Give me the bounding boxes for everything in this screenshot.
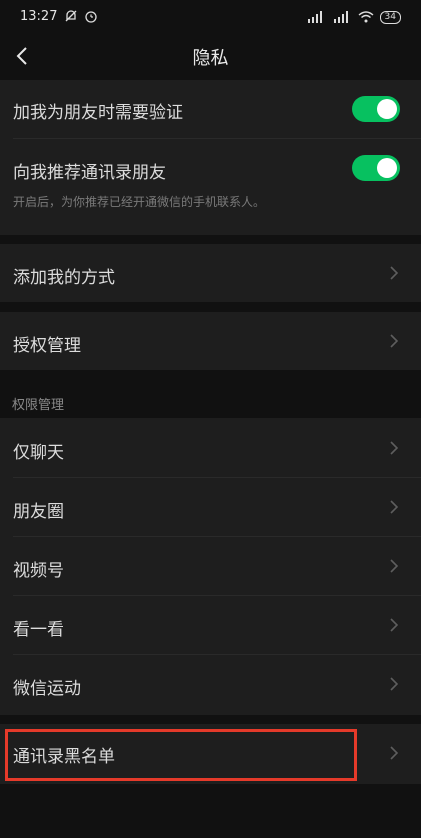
highlight-box (5, 729, 357, 781)
recommend-hint: 开启后，为你推荐已经开通微信的手机联系人。 (13, 195, 266, 209)
chevron-right-icon (390, 441, 399, 455)
list-item[interactable]: 视频号 (0, 536, 421, 594)
battery-icon: 34 (379, 11, 401, 24)
page-title: 隐私 (192, 48, 229, 69)
chevron-right-icon (390, 559, 399, 573)
verification-section: 加我为朋友时需要验证 向我推荐通讯录朋友 开启后，为你推荐已经开通微信的手机联系… (0, 80, 421, 235)
row-label: 添加我的方式 (13, 268, 115, 288)
row-label: 视频号 (13, 561, 64, 581)
list-item[interactable]: 微信运动 (0, 654, 421, 712)
toggle-knob (377, 158, 397, 178)
row-label: 仅聊天 (13, 443, 64, 463)
alarm-icon (84, 8, 98, 27)
verify-friend-toggle[interactable] (352, 96, 400, 122)
row-label: 加我为朋友时需要验证 (13, 103, 183, 123)
permission-section: 仅聊天 朋友圈 视频号 看一看 微信运动 (0, 418, 421, 715)
permission-group-label: 权限管理 (12, 398, 65, 413)
status-icons-left (64, 8, 98, 27)
chevron-right-icon (390, 500, 399, 514)
chevron-right-icon (390, 618, 399, 632)
add-method-section[interactable]: 添加我的方式 (0, 244, 421, 302)
chevron-right-icon (390, 677, 399, 691)
chevron-right-icon (390, 266, 399, 280)
list-item: 加我为朋友时需要验证 (0, 80, 421, 138)
status-icons-right: 34 (306, 8, 401, 27)
status-bar: 13:27 34 (0, 0, 421, 34)
wifi-icon (358, 8, 374, 27)
auth-manage-section[interactable]: 授权管理 (0, 312, 421, 370)
row-label: 向我推荐通讯录朋友 (13, 163, 166, 183)
chevron-right-icon (390, 334, 399, 348)
signal-icon-2 (332, 8, 352, 27)
row-label: 看一看 (13, 620, 64, 640)
notifications-muted-icon (64, 8, 78, 27)
list-item[interactable]: 仅聊天 (0, 418, 421, 476)
signal-icon (306, 8, 326, 27)
row-label: 微信运动 (13, 679, 81, 699)
nav-bar: 隐私 (0, 34, 421, 78)
list-item[interactable]: 朋友圈 (0, 477, 421, 535)
status-time: 13:27 (20, 9, 58, 24)
row-label: 授权管理 (13, 336, 81, 356)
recommend-contacts-toggle[interactable] (352, 155, 400, 181)
chevron-right-icon (390, 746, 399, 760)
list-item: 向我推荐通讯录朋友 (0, 138, 421, 196)
list-item[interactable]: 看一看 (0, 595, 421, 653)
toggle-knob (377, 99, 397, 119)
row-label: 朋友圈 (13, 502, 64, 522)
